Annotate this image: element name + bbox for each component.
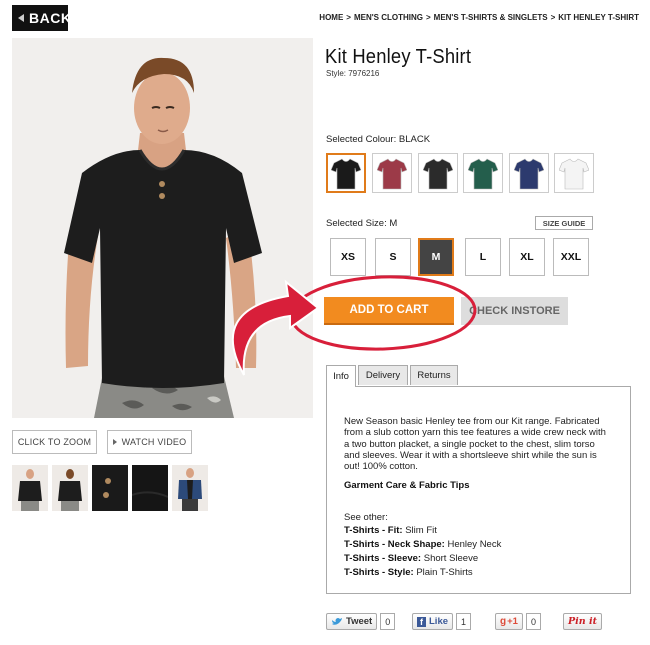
info-tab-panel: New Season basic Henley tee from our Kit…	[326, 386, 631, 594]
tshirt-icon	[514, 158, 544, 190]
tab-info[interactable]: Info	[326, 365, 356, 387]
back-label: BACK	[29, 10, 72, 26]
facebook-like-button[interactable]: f Like	[412, 613, 454, 630]
tweet-button[interactable]: Tweet	[326, 613, 378, 630]
breadcrumb-mens-clothing[interactable]: MEN'S CLOTHING	[354, 13, 423, 22]
breadcrumb-home[interactable]: HOME	[319, 13, 343, 22]
model-photo-illustration	[12, 38, 313, 418]
size-option-l[interactable]: L	[465, 238, 501, 276]
add-to-cart-button[interactable]: ADD TO CART	[324, 297, 454, 325]
like-count: 1	[456, 613, 472, 630]
breadcrumb-current: KIT HENLEY T-SHIRT	[558, 13, 639, 22]
size-option-xs[interactable]: XS	[330, 238, 366, 276]
selected-colour-label: Selected Colour: BLACK	[326, 134, 431, 145]
click-to-zoom-button[interactable]: CLICK TO ZOOM	[12, 430, 97, 454]
attribute-style[interactable]: T-Shirts - Style: Plain T-Shirts	[344, 567, 473, 578]
thumbnail-detail-buttons[interactable]	[92, 465, 128, 511]
colour-swatch-green[interactable]	[463, 153, 503, 193]
size-option-xxl[interactable]: XXL	[553, 238, 589, 276]
facebook-like-widget: f Like 1	[412, 613, 472, 630]
see-other-label: See other:	[344, 512, 388, 523]
thumbnail-front[interactable]	[12, 465, 48, 511]
pin-it-button[interactable]: Pin it	[563, 613, 602, 630]
colour-swatch-charcoal[interactable]	[418, 153, 458, 193]
tshirt-icon	[423, 158, 453, 190]
tweet-widget: Tweet 0	[326, 613, 396, 630]
back-arrow-icon	[18, 14, 24, 22]
colour-swatch-black[interactable]	[326, 153, 366, 193]
colour-swatch-burgundy[interactable]	[372, 153, 412, 193]
tshirt-icon	[468, 158, 498, 190]
tshirt-icon	[377, 158, 407, 190]
google-plus-widget: g +1 0	[495, 613, 541, 630]
product-main-image[interactable]	[12, 38, 313, 418]
tab-returns[interactable]: Returns	[410, 365, 458, 385]
watch-video-button[interactable]: WATCH VIDEO	[107, 430, 192, 454]
tshirt-icon	[559, 158, 589, 190]
product-description: New Season basic Henley tee from our Kit…	[344, 416, 606, 473]
attribute-fit[interactable]: T-Shirts - Fit: Slim Fit	[344, 525, 437, 536]
size-option-s[interactable]: S	[375, 238, 411, 276]
breadcrumb: HOME > MEN'S CLOTHING > MEN'S T-SHIRTS & SIN…	[319, 13, 639, 22]
attribute-sleeve[interactable]: T-Shirts - Sleeve: Short Sleeve	[344, 553, 478, 564]
product-title: Kit Henley T-Shirt	[325, 46, 472, 68]
thumbnail-styled[interactable]	[172, 465, 208, 511]
tab-delivery[interactable]: Delivery	[358, 365, 408, 385]
size-option-m[interactable]: M	[418, 238, 454, 276]
plus-one-count: 0	[525, 613, 541, 630]
back-button[interactable]: BACK	[12, 5, 72, 31]
size-guide-button[interactable]: SIZE GUIDE	[535, 216, 593, 230]
google-plus-one-button[interactable]: g +1	[495, 613, 523, 630]
facebook-f-icon: f	[417, 616, 426, 627]
tshirt-icon	[331, 158, 361, 190]
selected-size-label: Selected Size: M	[326, 218, 398, 229]
pinterest-widget: Pin it	[563, 613, 602, 630]
colour-swatch-navy[interactable]	[509, 153, 549, 193]
play-icon	[112, 439, 117, 445]
thumbnail-back[interactable]	[52, 465, 88, 511]
garment-care-link[interactable]: Garment Care & Fabric Tips	[344, 480, 469, 491]
check-instore-button[interactable]: CHECK INSTORE	[461, 297, 568, 325]
tweet-count: 0	[380, 613, 396, 630]
google-g-icon: g	[500, 616, 507, 627]
breadcrumb-mens-tshirts[interactable]: MEN'S T-SHIRTS & SINGLETS	[434, 13, 548, 22]
twitter-bird-icon	[332, 617, 342, 625]
size-option-xl[interactable]: XL	[509, 238, 545, 276]
attribute-neck-shape[interactable]: T-Shirts - Neck Shape: Henley Neck	[344, 539, 501, 550]
colour-swatch-white[interactable]	[554, 153, 594, 193]
product-style-number: Style: 7976216	[326, 69, 380, 78]
thumbnail-detail-fabric[interactable]	[132, 465, 168, 511]
